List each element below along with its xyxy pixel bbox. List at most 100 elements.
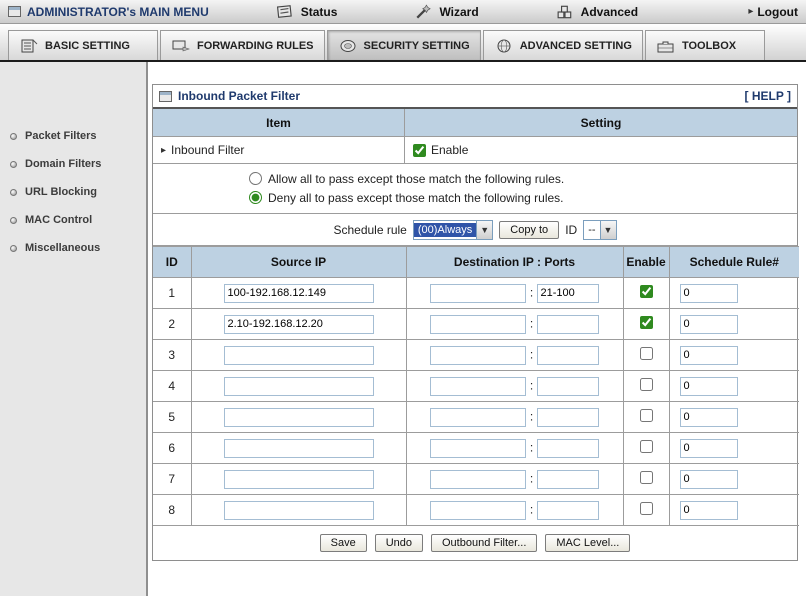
security-seal-icon [340,39,356,52]
tab-toolbox[interactable]: TOOLBOX [644,30,765,60]
copy-id-select[interactable]: -- ▼ [583,219,617,240]
inbound-filter-enable-checkbox[interactable] [413,143,426,157]
advanced-icon [557,5,571,18]
schedule-rule-input[interactable] [679,283,738,303]
undo-button[interactable]: Undo [374,534,423,552]
menu-item-wizard[interactable]: Wizard [413,3,479,20]
logout-button[interactable]: ▸ Logout [748,5,798,19]
dest-ports-input[interactable] [536,345,599,365]
sidebar-item-mac-control[interactable]: MAC Control [0,206,146,234]
main-menu-title: ADMINISTRATOR's MAIN MENU [27,4,209,19]
enable-checkbox[interactable] [639,378,653,391]
sidebar-item-url-blocking[interactable]: URL Blocking [0,178,146,206]
dest-ports-input[interactable] [536,500,599,520]
inbound-filter-row: ▸ Inbound Filter Enable [153,137,797,164]
action-button-row: Save Undo Outbound Filter... MAC Level..… [153,526,797,560]
allow-radio[interactable] [249,172,262,185]
schedule-rule-value: (00)Always [413,222,477,237]
bullet-icon [10,216,17,224]
row-id: 1 [153,277,192,309]
policy-radio-group: Allow all to pass except those match the… [153,164,797,214]
panel-icon [159,90,172,102]
item-setting-header: Item Setting [153,109,797,137]
tab-label: TOOLBOX [681,39,737,52]
source-ip-input[interactable] [223,314,374,334]
source-ip-input[interactable] [223,438,374,458]
dest-ip-input[interactable] [430,500,527,520]
dest-ip-input[interactable] [430,469,527,489]
enable-checkbox[interactable] [639,347,653,360]
chevron-down-icon: ▼ [599,220,616,239]
dest-ports-input[interactable] [536,314,599,334]
schedule-rule-input[interactable] [679,438,738,458]
copy-id-value: -- [588,223,596,236]
schedule-rule-input[interactable] [679,345,738,365]
sidebar-item-miscellaneous[interactable]: Miscellaneous [0,234,146,262]
dest-ports-input[interactable] [536,376,599,396]
tab-security-setting[interactable]: SECURITY SETTING [326,30,481,60]
policy-deny-option[interactable]: Deny all to pass except those match the … [249,188,797,207]
col-header-source-ip: Source IP [190,246,407,278]
tab-forwarding-rules[interactable]: FORWARDING RULES [160,30,325,60]
bullet-icon [10,188,17,196]
top-menu-bar: ADMINISTRATOR's MAIN MENU Status Wizard … [0,0,806,24]
bullet-icon [10,244,17,252]
save-button[interactable]: Save [319,534,367,552]
source-ip-input[interactable] [223,407,374,427]
schedule-rule-input[interactable] [679,500,738,520]
dest-ports-input[interactable] [536,407,599,427]
setting-column-header: Setting [405,109,797,136]
copy-to-button[interactable]: Copy to [499,220,560,239]
tab-label: BASIC SETTING [45,39,130,52]
id-label: ID [565,222,578,237]
enable-checkbox[interactable] [639,471,653,484]
enable-checkbox[interactable] [639,502,653,515]
dest-ip-input[interactable] [430,283,527,303]
menu-item-status[interactable]: Status [275,4,338,20]
source-ip-input[interactable] [223,345,374,365]
schedule-rule-input[interactable] [679,407,738,427]
dest-ip-input[interactable] [430,407,527,427]
menu-item-advanced[interactable]: Advanced [555,4,638,20]
enable-checkbox[interactable] [639,316,653,329]
menu-item-label: Status [300,4,338,19]
tab-advanced-setting[interactable]: ADVANCED SETTING [482,30,643,60]
schedule-rule-input[interactable] [679,376,738,396]
dest-ip-input[interactable] [430,376,527,396]
dest-ip-input[interactable] [430,345,527,365]
deny-radio[interactable] [249,191,262,204]
settings-tab-bar: BASIC SETTING FORWARDING RULES SECURITY … [0,24,806,62]
item-column-header: Item [153,109,405,136]
help-link[interactable]: [ HELP ] [745,89,791,103]
enable-checkbox[interactable] [639,440,653,453]
inbound-filter-label: Inbound Filter [171,143,245,157]
enable-checkbox[interactable] [639,285,653,298]
schedule-rule-select[interactable]: (00)Always ▼ [412,219,494,240]
source-ip-input[interactable] [223,500,374,520]
source-ip-input[interactable] [223,283,374,303]
dest-ports-input[interactable] [536,438,599,458]
tab-label: SECURITY SETTING [363,39,470,52]
dest-ports-input[interactable] [536,283,599,303]
outbound-filter-button[interactable]: Outbound Filter... [431,534,538,552]
schedule-rule-input[interactable] [679,314,738,334]
sidebar-item-label: URL Blocking [25,186,97,198]
source-ip-input[interactable] [223,376,374,396]
policy-allow-option[interactable]: Allow all to pass except those match the… [249,169,797,188]
menu-item-label: Advanced [580,4,639,19]
sidebar-item-packet-filters[interactable]: Packet Filters [0,122,146,150]
sidebar-item-domain-filters[interactable]: Domain Filters [0,150,146,178]
tab-basic-setting[interactable]: BASIC SETTING [8,30,158,60]
table-row: 6 : [153,432,799,464]
dest-ports-input[interactable] [536,469,599,489]
dest-ip-input[interactable] [430,438,527,458]
dest-ip-input[interactable] [430,314,527,334]
tab-label: FORWARDING RULES [197,39,314,52]
filter-rules-table: ID Source IP Destination IP : Ports Enab… [153,246,799,526]
source-ip-input[interactable] [223,469,374,489]
table-row: 1 : [153,277,799,309]
enable-label: Enable [431,143,469,157]
schedule-rule-input[interactable] [679,469,738,489]
enable-checkbox[interactable] [639,409,653,422]
mac-level-button[interactable]: MAC Level... [545,534,631,552]
